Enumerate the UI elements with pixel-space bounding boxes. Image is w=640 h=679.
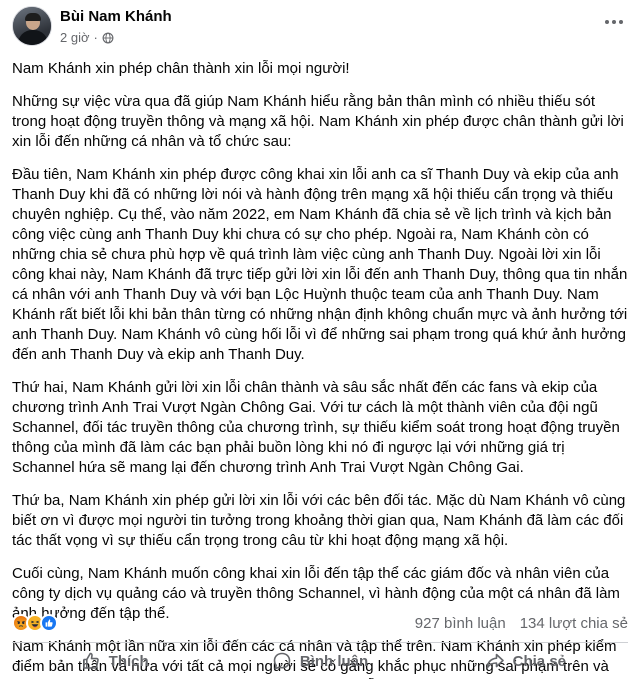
meta-separator: · <box>93 30 98 45</box>
post-stats: 927 bình luận 134 lượt chia sẻ <box>12 612 628 634</box>
action-bar: Thích Bình luận Chia sẻ <box>12 645 628 677</box>
like-button[interactable]: Thích <box>12 645 217 677</box>
post-time[interactable]: 2 giờ <box>60 30 90 45</box>
comment-label: Bình luận <box>299 652 369 670</box>
avatar[interactable] <box>12 6 52 46</box>
engagement-counts: 927 bình luận 134 lượt chia sẻ <box>415 615 628 632</box>
more-options-icon[interactable] <box>600 8 628 36</box>
post-paragraph: Đầu tiên, Nam Khánh xin phép được công k… <box>12 166 628 363</box>
comment-button[interactable]: Bình luận <box>217 645 422 677</box>
post-paragraph: Thứ ba, Nam Khánh xin phép gửi lời xin l… <box>12 492 626 549</box>
post-paragraph: Thứ hai, Nam Khánh gửi lời xin lỗi chân … <box>12 379 620 476</box>
thumbs-up-icon <box>82 652 99 669</box>
share-count[interactable]: 134 lượt chia sẻ <box>520 615 628 632</box>
share-icon <box>486 653 504 669</box>
post-paragraph: Những sự việc vừa qua đã giúp Nam Khánh … <box>12 93 624 150</box>
comment-icon <box>273 652 291 670</box>
post-body: Nam Khánh xin phép chân thành xin lỗi mọ… <box>12 59 628 679</box>
comment-count[interactable]: 927 bình luận <box>415 615 506 632</box>
action-divider <box>12 642 628 643</box>
post-header: Bùi Nam Khánh 2 giờ · <box>12 6 628 50</box>
post-meta: 2 giờ · <box>60 30 114 45</box>
post-paragraph: Nam Khánh xin phép chân thành xin lỗi mọ… <box>12 60 350 77</box>
like-label: Thích <box>108 652 149 670</box>
share-label: Chia sẻ <box>512 652 566 670</box>
like-reaction-icon <box>40 614 58 632</box>
globe-icon[interactable] <box>102 32 114 44</box>
reaction-summary[interactable] <box>12 614 58 632</box>
author-name[interactable]: Bùi Nam Khánh <box>60 8 172 25</box>
share-button[interactable]: Chia sẻ <box>423 645 628 677</box>
